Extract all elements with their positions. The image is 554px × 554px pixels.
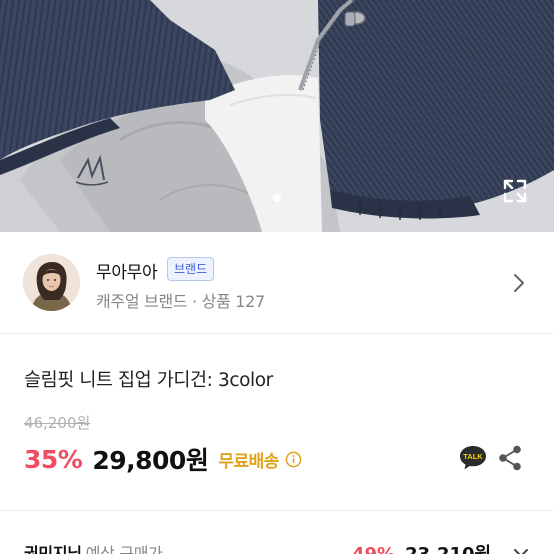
expected-price-label: 권민지님 예상 구매가 bbox=[24, 540, 163, 554]
chevron-down-icon[interactable] bbox=[512, 545, 530, 554]
share-icon bbox=[499, 445, 521, 471]
seller-subtitle: 캐주얼 브랜드 · 상품 127 bbox=[96, 292, 265, 311]
seller-name[interactable]: 무아무아 bbox=[96, 258, 158, 283]
expected-price-value: 49% 23,210원 bbox=[352, 540, 491, 554]
expected-discount: 49% bbox=[352, 544, 395, 554]
gallery-pagination bbox=[0, 194, 554, 204]
seller-info-row[interactable]: 무아무아 브랜드 캐주얼 브랜드 · 상품 127 bbox=[0, 232, 554, 334]
price-row: 35% 29,800원 무료배송 bbox=[24, 442, 302, 476]
info-icon[interactable] bbox=[285, 451, 302, 468]
expected-price: 23,210원 bbox=[405, 544, 491, 554]
kakao-talk-share-button[interactable]: TALK bbox=[458, 444, 488, 472]
svg-text:TALK: TALK bbox=[463, 452, 483, 461]
brand-badge: 브랜드 bbox=[167, 257, 215, 281]
product-title: 슬림핏 니트 집업 가디건: 3color bbox=[24, 370, 273, 391]
expected-price-text: 예상 구매가 bbox=[85, 544, 163, 554]
fullscreen-expand-button[interactable] bbox=[502, 178, 528, 204]
product-image-gallery[interactable] bbox=[0, 0, 554, 232]
sale-price: 29,800원 bbox=[92, 446, 209, 475]
avatar-image bbox=[23, 254, 80, 311]
expand-icon bbox=[503, 179, 527, 203]
expected-price-strip[interactable]: 권민지님예상 구매가 49% 23,210원 bbox=[0, 510, 554, 554]
chevron-right-icon[interactable] bbox=[510, 272, 528, 294]
seller-avatar[interactable] bbox=[23, 254, 80, 311]
talk-icon: TALK bbox=[460, 446, 486, 470]
share-button[interactable] bbox=[498, 445, 522, 471]
original-price: 46,200원 bbox=[24, 414, 91, 432]
pagination-dot-active[interactable] bbox=[273, 194, 281, 202]
member-name: 권민지님 bbox=[24, 544, 82, 554]
discount-rate: 35% bbox=[24, 444, 83, 474]
free-shipping-label: 무료배송 bbox=[218, 451, 279, 472]
